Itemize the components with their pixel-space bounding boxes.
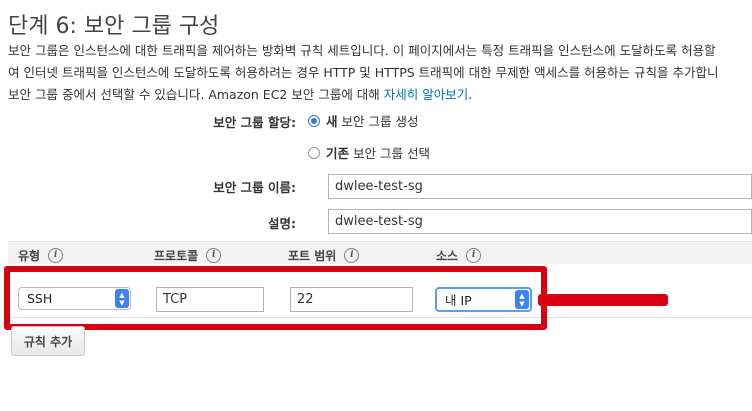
- col-header-label: 소스: [436, 249, 459, 263]
- group-name-input[interactable]: dwlee-test-sg: [328, 174, 752, 199]
- radio-select-existing[interactable]: 기존 보안 그룹 선택: [308, 143, 430, 162]
- description-line: 보안 그룹 중에서 선택할 수 있습니다. Amazon EC2 보안 그룹에 …: [8, 84, 752, 106]
- radio-existing-label: 보안 그룹 선택: [353, 146, 430, 161]
- col-header-type: 유형 i: [18, 247, 64, 264]
- learn-more-link[interactable]: 자세히 알아보기: [384, 87, 468, 102]
- info-icon[interactable]: i: [48, 248, 64, 263]
- description-input[interactable]: dwlee-test-sg: [328, 209, 752, 234]
- radio-button-selected[interactable]: [308, 114, 320, 127]
- info-icon[interactable]: i: [206, 248, 222, 263]
- col-header-label: 프로토콜: [154, 249, 199, 263]
- rules-table-header: [8, 241, 752, 264]
- radio-existing-bold: 기존: [326, 146, 350, 161]
- description-text: 보안 그룹 중에서 선택할 수 있습니다. Amazon EC2 보안 그룹에 …: [8, 87, 384, 102]
- assign-label: 보안 그룹 할당:: [213, 115, 296, 130]
- col-header-protocol: 프로토콜 i: [154, 247, 222, 264]
- highlight-annotation-box: [4, 266, 547, 330]
- page-title: 단계 6: 보안 그룹 구성: [8, 14, 220, 39]
- redaction-bar: [538, 294, 668, 306]
- group-name-label: 보안 그룹 이름:: [213, 180, 296, 195]
- info-icon[interactable]: i: [344, 248, 360, 263]
- radio-new-label: 보안 그룹 생성: [341, 114, 419, 129]
- radio-button-unselected[interactable]: [308, 146, 320, 159]
- page-description: 보안 그룹은 인스턴스에 대한 트래픽을 제어하는 방화벽 규칙 세트입니다. …: [8, 40, 752, 106]
- description-line: 보안 그룹은 인스턴스에 대한 트래픽을 제어하는 방화벽 규칙 세트입니다. …: [8, 43, 716, 58]
- col-header-port-range: 포트 범위 i: [288, 247, 360, 264]
- radio-new-bold: 새: [326, 114, 338, 129]
- description-label: 설명:: [268, 216, 296, 231]
- col-header-label: 포트 범위: [288, 249, 337, 263]
- description-period: .: [468, 87, 473, 102]
- info-icon[interactable]: i: [466, 248, 482, 263]
- description-line: 여 인터넷 트래픽을 인스턴스에 도달하도록 허용하려는 경우 HTTP 및 H…: [8, 65, 719, 80]
- col-header-source: 소스 i: [436, 247, 482, 264]
- col-header-label: 유형: [18, 249, 41, 263]
- add-rule-button[interactable]: 규칙 추가: [11, 326, 85, 356]
- radio-create-new[interactable]: 새 보안 그룹 생성: [308, 111, 418, 130]
